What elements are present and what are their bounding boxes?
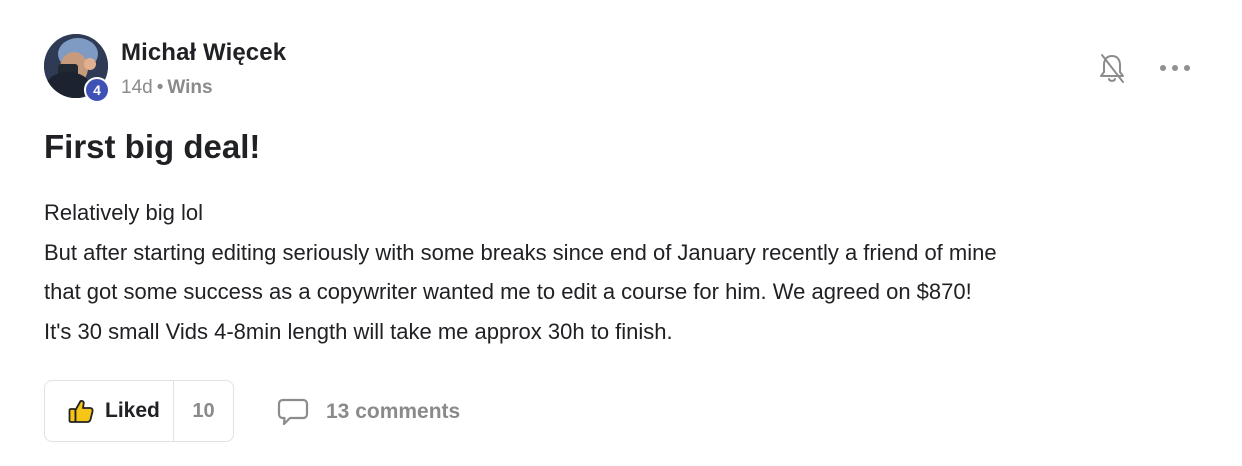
post-category[interactable]: Wins xyxy=(167,77,212,98)
bell-off-icon xyxy=(1100,54,1124,83)
post-time[interactable]: 14d xyxy=(121,77,153,98)
like-count[interactable]: 10 xyxy=(174,381,233,441)
comments-count: 13 comments xyxy=(326,400,461,423)
author-avatar-wrapper[interactable]: 4 xyxy=(44,34,110,103)
like-label: Liked xyxy=(105,399,160,422)
notifications-toggle-button[interactable] xyxy=(1098,53,1126,85)
post-card: 4 Michał Więcek 14d • Wins First big deal!… xyxy=(0,0,1242,466)
like-group: Liked 10 xyxy=(44,380,234,442)
post-body-line: But after starting editing seriously wit… xyxy=(44,239,997,265)
more-options-button[interactable] xyxy=(1160,58,1190,78)
speech-bubble-icon xyxy=(277,398,309,426)
post-meta: 14d • Wins xyxy=(121,77,213,99)
post-body-line: It's 30 small Vids 4-8min length will ta… xyxy=(44,318,673,344)
thumbs-up-icon xyxy=(68,400,94,423)
post-body-line: Relatively big lol xyxy=(44,200,203,225)
comments-button[interactable]: 13 comments xyxy=(277,396,460,428)
post-body: Relatively big lol But after starting ed… xyxy=(44,193,1204,351)
author-name[interactable]: Michał Więcek xyxy=(121,39,286,67)
post-body-line: that got some success as a copywriter wa… xyxy=(44,279,972,304)
like-button[interactable]: Liked xyxy=(45,381,174,441)
meta-separator: • xyxy=(156,77,164,98)
level-badge: 4 xyxy=(84,77,110,103)
more-horizontal-icon xyxy=(1160,65,1166,71)
post-title: First big deal! xyxy=(44,128,261,165)
